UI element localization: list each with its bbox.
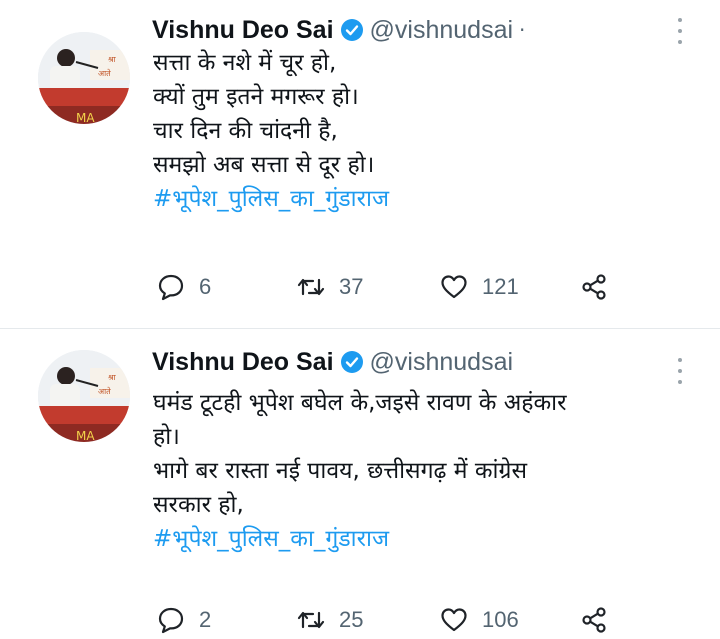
hashtag-link[interactable]: #भूपेश_पुलिस_का_गुंडाराज — [153, 522, 713, 556]
tweet-line: समझो अब सत्ता से दूर हो। — [153, 152, 375, 178]
retweet-count: 25 — [339, 607, 364, 632]
share-button[interactable] — [580, 271, 608, 303]
tweet-line: भागे बर रास्ता नई पावय, छत्तीसगढ़ में का… — [153, 458, 528, 484]
separator-dot: · — [519, 18, 526, 42]
retweet-button[interactable]: 37 — [297, 271, 363, 303]
author-handle[interactable]: @vishnudsai — [370, 16, 514, 45]
reply-count: 6 — [199, 274, 212, 299]
reply-button[interactable]: 6 — [157, 271, 211, 303]
avatar[interactable]: श्रा आते MA — [38, 32, 130, 124]
reply-icon — [158, 607, 184, 634]
share-button[interactable] — [580, 604, 608, 636]
like-button[interactable]: 121 — [440, 271, 519, 303]
tweet-text: सत्ता के नशे में चूर हो, क्यों तुम इतने … — [153, 46, 683, 216]
author-name[interactable]: Vishnu Deo Sai — [152, 348, 334, 377]
hashtag-link[interactable]: #भूपेश_पुलिस_का_गुंडाराज — [153, 182, 683, 216]
retweet-button[interactable]: 25 — [297, 604, 363, 636]
avatar-photo: श्रा आते MA — [38, 32, 130, 124]
tweet[interactable]: श्रा आते MA Vishnu Deo Sai @vishnudsai घ… — [0, 330, 720, 639]
heart-icon — [441, 275, 467, 299]
svg-text:MA: MA — [76, 111, 95, 124]
svg-text:आते: आते — [98, 68, 111, 78]
reply-button[interactable]: 2 — [157, 604, 211, 636]
author-name[interactable]: Vishnu Deo Sai — [152, 16, 334, 45]
tweet-divider — [0, 328, 720, 329]
tweet-line: हो। — [153, 424, 180, 450]
reply-count: 2 — [199, 607, 212, 632]
like-count: 106 — [482, 607, 519, 632]
tweet-header: Vishnu Deo Sai @vishnudsai — [152, 342, 513, 382]
retweet-icon — [297, 278, 325, 296]
retweet-count: 37 — [339, 274, 364, 299]
tweet-line: क्यों तुम इतने मगरूर हो। — [153, 84, 359, 110]
tweet-text: घमंड टूटही भूपेश बघेल के,जइसे रावण के अह… — [153, 386, 713, 556]
like-count: 121 — [482, 274, 519, 299]
like-button[interactable]: 106 — [440, 604, 519, 636]
share-icon — [582, 607, 606, 633]
avatar-photo: श्रा आते MA — [38, 350, 130, 442]
tweet-line: सरकार हो, — [153, 492, 244, 518]
tweet-line: सत्ता के नशे में चूर हो, — [153, 50, 337, 76]
tweet-actions: 6 37 121 — [157, 271, 637, 303]
more-vertical-icon[interactable] — [670, 18, 690, 44]
more-vertical-icon[interactable] — [670, 358, 690, 384]
verified-badge-icon — [340, 19, 363, 41]
share-icon — [582, 274, 606, 300]
svg-text:श्रा: श्रा — [108, 373, 117, 382]
heart-icon — [441, 608, 467, 632]
verified-badge-icon — [340, 351, 363, 373]
tweet-line: घमंड टूटही भूपेश बघेल के,जइसे रावण के अह… — [153, 390, 567, 416]
tweet-header: Vishnu Deo Sai @vishnudsai · — [152, 10, 525, 50]
tweet-actions: 2 25 106 — [157, 604, 637, 636]
tweet[interactable]: श्रा आते MA Vishnu Deo Sai @vishnudsai ·… — [0, 0, 720, 330]
svg-text:श्रा: श्रा — [108, 55, 117, 64]
author-handle[interactable]: @vishnudsai — [370, 348, 514, 377]
avatar[interactable]: श्रा आते MA — [38, 350, 130, 442]
tweet-line: चार दिन की चांदनी है, — [153, 118, 338, 144]
retweet-icon — [297, 611, 325, 629]
svg-text:आते: आते — [98, 386, 111, 396]
reply-icon — [158, 274, 184, 301]
svg-text:MA: MA — [76, 429, 95, 442]
